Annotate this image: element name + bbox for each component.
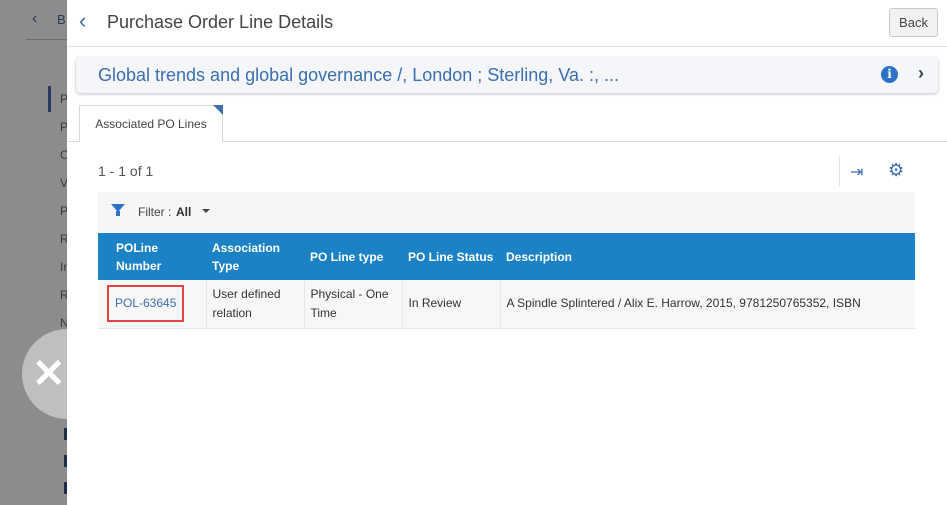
gear-icon[interactable]: ⚙ — [888, 160, 904, 181]
background-active-indicator — [48, 86, 51, 112]
background-chevron-left-icon[interactable]: ‹ — [32, 10, 37, 28]
table-header-row: POLine Number Association Type PO Line t… — [98, 233, 915, 280]
panel-header: ‹ Purchase Order Line Details Back — [67, 0, 947, 47]
po-line-details-panel: ‹ Purchase Order Line Details Back Globa… — [67, 0, 947, 505]
chevron-left-icon[interactable]: ‹ — [79, 10, 86, 32]
filter-label: Filter : — [138, 205, 172, 219]
chevron-right-icon[interactable]: › — [918, 63, 924, 84]
column-header-po-line-status[interactable]: PO Line Status — [402, 233, 500, 280]
tab-associated-po-lines[interactable]: Associated PO Lines — [79, 105, 223, 142]
record-title[interactable]: Global trends and global governance /, L… — [98, 65, 619, 86]
cell-po-line-type: Physical - One Time — [304, 280, 403, 329]
cell-po-line-status: In Review — [402, 280, 501, 329]
results-count: 1 - 1 of 1 — [98, 163, 154, 179]
po-lines-table: POLine Number Association Type PO Line t… — [98, 233, 915, 329]
column-header-poline-number[interactable]: POLine Number — [98, 233, 206, 280]
background-back-label: B — [57, 12, 66, 27]
info-icon[interactable]: i — [881, 66, 898, 83]
record-summary-bar[interactable]: Global trends and global governance /, L… — [76, 57, 938, 93]
column-header-description[interactable]: Description — [500, 233, 915, 280]
close-icon: ✕ — [32, 352, 66, 396]
page-title: Purchase Order Line Details — [107, 12, 334, 32]
filter-bar: Filter : All — [98, 192, 915, 232]
back-button[interactable]: Back — [889, 8, 938, 37]
cell-description: A Spindle Splintered / Alix E. Harrow, 2… — [500, 280, 915, 329]
column-header-association-type[interactable]: Association Type — [206, 233, 304, 280]
caret-down-icon[interactable] — [202, 209, 210, 213]
cell-poline-number: POL-63645 — [98, 280, 207, 329]
table-row[interactable]: POL-63645 User defined relation Physical… — [98, 280, 915, 329]
tab-label: Associated PO Lines — [95, 117, 207, 131]
export-icon[interactable]: ⇥ — [850, 162, 863, 182]
toolbar-divider — [839, 156, 840, 186]
column-header-po-line-type[interactable]: PO Line type — [304, 233, 402, 280]
background-divider — [26, 39, 70, 40]
poline-number-link[interactable]: POL-63645 — [107, 285, 185, 323]
cell-association-type: User defined relation — [206, 280, 305, 329]
filter-value[interactable]: All — [176, 205, 191, 219]
filter-icon[interactable] — [111, 204, 125, 216]
tab-corner-marker — [213, 105, 223, 115]
